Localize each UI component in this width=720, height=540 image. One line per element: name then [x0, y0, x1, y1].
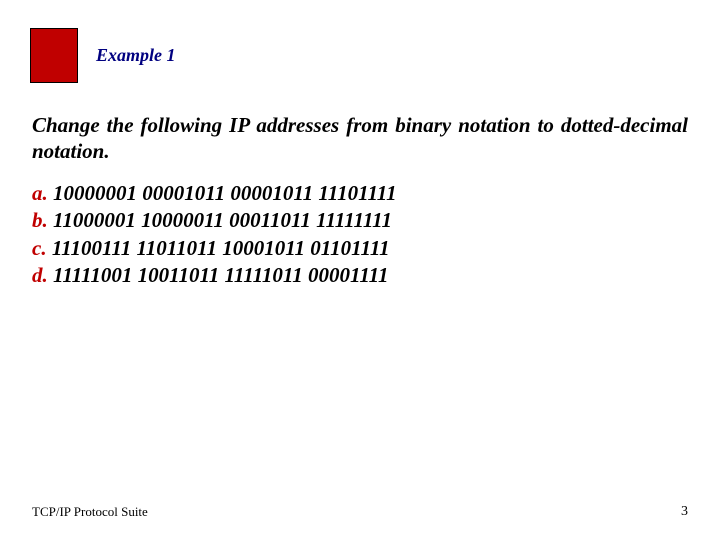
accent-box [30, 28, 78, 83]
header-row: Example 1 [30, 28, 176, 83]
item-label: c. [32, 236, 47, 260]
item-value: 11000001 10000011 00011011 11111111 [53, 208, 392, 232]
item-label: d. [32, 263, 48, 287]
list-item: b. 11000001 10000011 00011011 11111111 [32, 207, 397, 234]
page-number: 3 [681, 504, 688, 520]
list-item: c. 11100111 11011011 10001011 01101111 [32, 235, 397, 262]
example-title: Example 1 [96, 45, 176, 66]
list-item: a. 10000001 00001011 00001011 11101111 [32, 180, 397, 207]
list-item: d. 11111001 10011011 11111011 00001111 [32, 262, 397, 289]
item-list: a. 10000001 00001011 00001011 11101111 b… [32, 180, 397, 289]
question-prompt: Change the following IP addresses from b… [32, 112, 688, 165]
item-label: b. [32, 208, 48, 232]
item-label: a. [32, 181, 48, 205]
footer-text: TCP/IP Protocol Suite [32, 504, 148, 520]
item-value: 11100111 11011011 10001011 01101111 [52, 236, 390, 260]
item-value: 11111001 10011011 11111011 00001111 [53, 263, 389, 287]
item-value: 10000001 00001011 00001011 11101111 [53, 181, 397, 205]
